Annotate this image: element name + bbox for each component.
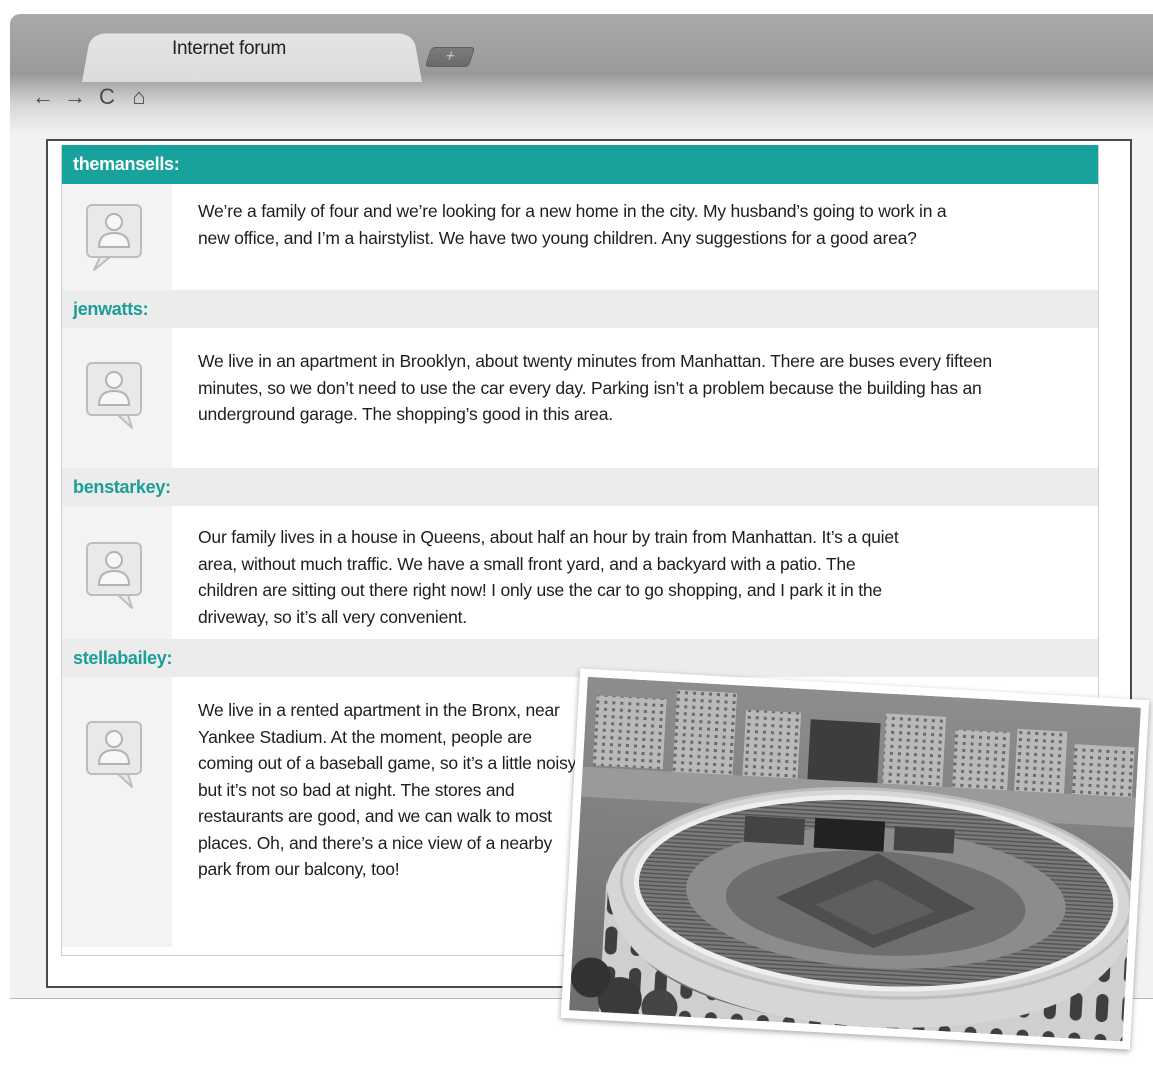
new-tab-button[interactable]: + — [424, 47, 476, 67]
post-username[interactable]: jenwatts: — [62, 290, 1098, 328]
forum-post: themansells: We’re a family of four and … — [62, 145, 1098, 290]
user-avatar-icon — [86, 204, 142, 271]
home-icon[interactable]: ⌂ — [128, 82, 150, 112]
reload-icon[interactable]: C — [96, 82, 118, 112]
avatar-column — [62, 328, 172, 468]
post-text: We live in a rented apartment in the Bro… — [198, 700, 580, 879]
post-username[interactable]: benstarkey: — [62, 468, 1098, 506]
post-text: We live in an apartment in Brooklyn, abo… — [198, 351, 992, 424]
stadium-photo — [560, 668, 1150, 1050]
user-avatar-icon — [86, 542, 142, 609]
post-username[interactable]: themansells: — [62, 145, 1098, 184]
aerial-stadium-image — [569, 676, 1141, 1042]
user-avatar-icon — [86, 721, 142, 788]
avatar-column — [62, 184, 172, 290]
post-body: We’re a family of four and we’re looking… — [62, 184, 1098, 290]
avatar-column — [62, 506, 172, 639]
post-body: Our family lives in a house in Queens, a… — [62, 506, 1098, 639]
avatar-column — [62, 677, 172, 947]
post-text: Our family lives in a house in Queens, a… — [198, 527, 899, 627]
user-avatar-icon — [86, 362, 142, 429]
post-body: We live in an apartment in Brooklyn, abo… — [62, 328, 1098, 468]
forum-post: benstarkey: Our family lives in a house … — [62, 468, 1098, 639]
forward-arrow-icon[interactable]: → — [64, 82, 86, 112]
tab-title: Internet forum — [172, 38, 287, 59]
navigation-bar: ← → C ⌂ — [32, 82, 150, 112]
post-text: We’re a family of four and we’re looking… — [198, 201, 947, 248]
forum-post: jenwatts: We live in an apartment in Bro… — [62, 290, 1098, 468]
back-arrow-icon[interactable]: ← — [32, 82, 54, 112]
